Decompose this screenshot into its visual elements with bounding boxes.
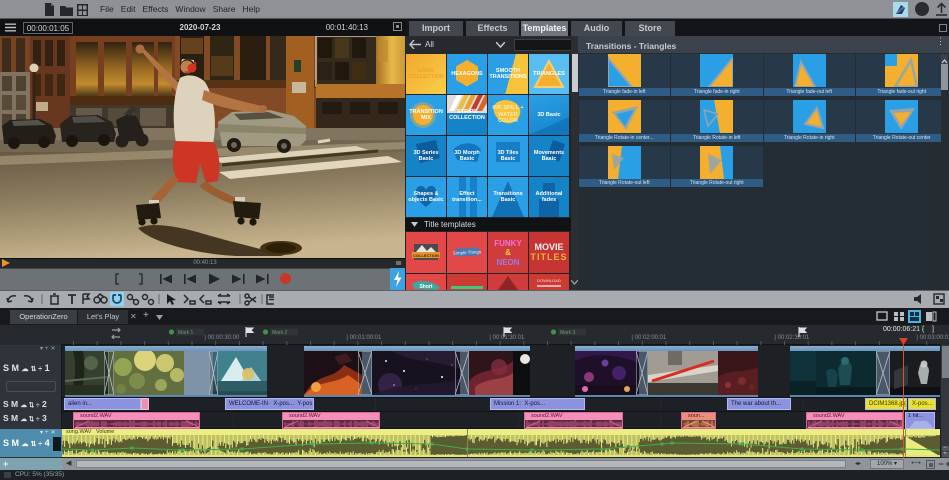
svg-text:Mark 2: Mark 2	[272, 330, 288, 336]
svg-text:Mark 1: Mark 1	[178, 330, 194, 336]
svg-text:Mark 3: Mark 3	[560, 330, 576, 336]
